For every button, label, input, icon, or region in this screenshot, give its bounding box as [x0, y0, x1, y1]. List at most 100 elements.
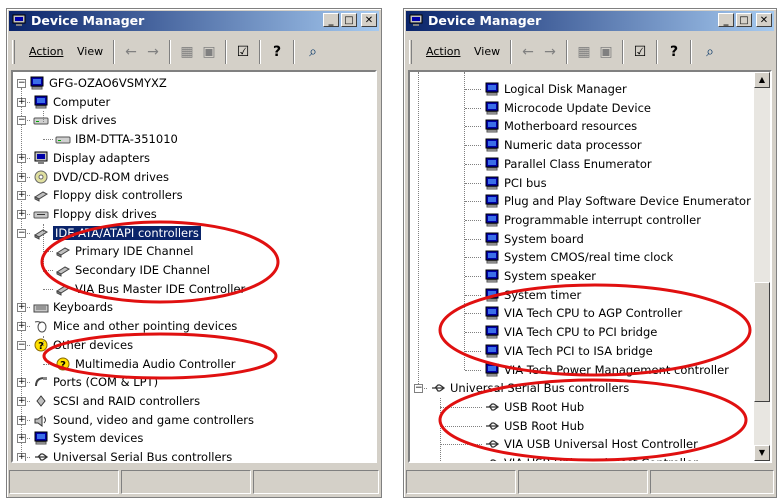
tree-item[interactable]: Logical Disk Manager	[484, 80, 627, 98]
tree-category[interactable]: Mice and other pointing devices	[33, 317, 237, 335]
show-hide-tree-icon[interactable]: ▣	[199, 42, 219, 62]
maximize-button[interactable]: □	[341, 13, 357, 27]
scroll-thumb[interactable]	[754, 282, 770, 402]
tree-item[interactable]: Parallel Class Enumerator	[484, 155, 652, 173]
tree-category[interactable]: ? Other devices	[33, 336, 133, 354]
tree-item[interactable]: Primary IDE Channel	[55, 242, 193, 260]
usb-icon	[35, 453, 49, 461]
close-button[interactable]: ✕	[361, 13, 377, 27]
tree-item[interactable]: System speaker	[484, 267, 596, 285]
tree-category[interactable]: Sound, video and game controllers	[33, 411, 254, 429]
tree-item[interactable]: Plug and Play Software Device Enumerator	[484, 192, 751, 210]
tree-item-label: Floppy disk drives	[53, 206, 157, 221]
menu-view[interactable]: View	[474, 40, 500, 64]
forward-icon[interactable]: →	[540, 42, 560, 62]
scan-hardware-icon[interactable]: ⌕	[303, 42, 323, 62]
expand-icon[interactable]: +	[17, 303, 26, 313]
up-level-icon[interactable]: ▦	[574, 42, 594, 62]
title-bar[interactable]: Device Manager _ □ ✕	[9, 11, 379, 31]
device-tree[interactable]: − GFG-OZAO6VSMYXZ + Computer − Disk drives IBM…	[11, 70, 377, 463]
tree-category[interactable]: DVD/CD-ROM drives	[33, 168, 169, 186]
tree-category[interactable]: Universal Serial Bus controllers	[33, 448, 232, 461]
tree-root[interactable]: GFG-OZAO6VSMYXZ	[29, 74, 167, 92]
tree-item[interactable]: PCI bus	[484, 174, 547, 192]
collapse-icon[interactable]: −	[17, 116, 26, 126]
back-icon[interactable]: ←	[518, 42, 538, 62]
expand-icon[interactable]: +	[17, 322, 26, 332]
menu-action[interactable]: Action	[426, 40, 460, 64]
tree-item[interactable]: IBM-DTTA-351010	[55, 130, 178, 148]
tree-category[interactable]: IDE ATA/ATAPI controllers	[33, 224, 201, 242]
tree-item[interactable]: Microcode Update Device	[484, 99, 651, 117]
status-pane	[9, 470, 119, 494]
expand-icon[interactable]: +	[17, 209, 26, 219]
tree-category[interactable]: Ports (COM & LPT)	[33, 373, 158, 391]
expand-icon[interactable]: +	[17, 97, 26, 107]
tree-connector	[465, 201, 481, 203]
properties-icon[interactable]: ☑	[233, 42, 253, 62]
tree-category[interactable]: Floppy disk controllers	[33, 186, 183, 204]
tree-category[interactable]: Floppy disk drives	[33, 205, 157, 223]
tree-item[interactable]: VIA Tech Power Management controller	[484, 361, 729, 379]
up-level-icon[interactable]: ▦	[177, 42, 197, 62]
device-tree[interactable]: ▲ ▼ Logical Disk Manager Microcode Update…	[408, 70, 772, 463]
title-bar[interactable]: Device Manager _ □ ✕	[406, 11, 774, 31]
expand-icon[interactable]: +	[17, 434, 26, 444]
tree-item[interactable]: VIA USB Universal Host Controller	[484, 454, 698, 461]
collapse-icon[interactable]: −	[414, 384, 423, 394]
collapse-icon[interactable]: −	[17, 79, 26, 88]
tree-item[interactable]: ? Multimedia Audio Controller	[55, 355, 236, 373]
help-icon[interactable]: ?	[664, 42, 684, 62]
tree-item[interactable]: Numeric data processor	[484, 136, 642, 154]
expand-icon[interactable]: +	[17, 153, 26, 163]
tree-category[interactable]: Display adapters	[33, 149, 150, 167]
tree-item-label: System speaker	[504, 269, 597, 283]
tree-connector	[440, 425, 482, 427]
tree-item[interactable]: VIA Tech CPU to PCI bridge	[484, 323, 657, 341]
help-icon[interactable]: ?	[267, 42, 287, 62]
tree-item[interactable]: VIA USB Universal Host Controller	[484, 435, 698, 453]
question-icon: ?	[34, 338, 48, 352]
tree-category[interactable]: SCSI and RAID controllers	[33, 392, 200, 410]
computer-icon	[485, 306, 499, 320]
tree-item[interactable]: Programmable interrupt controller	[484, 211, 701, 229]
menu-action[interactable]: Action	[29, 40, 63, 64]
tree-item[interactable]: USB Root Hub	[484, 398, 584, 416]
collapse-icon[interactable]: −	[17, 228, 26, 238]
expand-icon[interactable]: +	[17, 378, 26, 388]
minimize-button[interactable]: _	[323, 13, 339, 27]
scan-hardware-icon[interactable]: ⌕	[700, 42, 720, 62]
show-hide-tree-icon[interactable]: ▣	[596, 42, 616, 62]
tree-category[interactable]: Universal Serial Bus controllers	[430, 379, 629, 397]
expand-icon[interactable]: +	[17, 453, 26, 461]
scroll-up-button[interactable]: ▲	[754, 72, 770, 88]
expand-icon[interactable]: +	[17, 191, 26, 201]
tree-item[interactable]: Secondary IDE Channel	[55, 261, 210, 279]
properties-icon[interactable]: ☑	[630, 42, 650, 62]
menu-view[interactable]: View	[77, 40, 103, 64]
collapse-icon[interactable]: −	[17, 340, 26, 350]
tree-item[interactable]: VIA Tech CPU to AGP Controller	[484, 304, 682, 322]
tree-item[interactable]: VIA Tech PCI to ISA bridge	[484, 342, 653, 360]
minimize-button[interactable]: _	[718, 13, 734, 27]
tree-item[interactable]: System CMOS/real time clock	[484, 248, 673, 266]
forward-icon[interactable]: →	[143, 42, 163, 62]
expand-icon[interactable]: +	[17, 172, 26, 182]
tree-item[interactable]: USB Root Hub	[484, 417, 584, 435]
expand-icon[interactable]: +	[17, 415, 26, 425]
tree-item[interactable]: System timer	[484, 286, 581, 304]
tree-item[interactable]: Motherboard resources	[484, 117, 637, 135]
maximize-button[interactable]: □	[736, 13, 752, 27]
vertical-scrollbar[interactable]: ▲ ▼	[754, 72, 770, 461]
tree-item[interactable]: System board	[484, 230, 584, 248]
scroll-down-button[interactable]: ▼	[754, 445, 770, 461]
back-icon[interactable]: ←	[121, 42, 141, 62]
question-icon: ?	[56, 357, 70, 371]
tree-category[interactable]: Disk drives	[33, 111, 116, 129]
expand-icon[interactable]: +	[17, 396, 26, 406]
tree-category[interactable]: Keyboards	[33, 298, 113, 316]
tree-category[interactable]: System devices	[33, 429, 143, 447]
close-button[interactable]: ✕	[756, 13, 772, 27]
tree-category[interactable]: Computer	[33, 93, 110, 111]
tree-item[interactable]: VIA Bus Master IDE Controller	[55, 280, 245, 298]
